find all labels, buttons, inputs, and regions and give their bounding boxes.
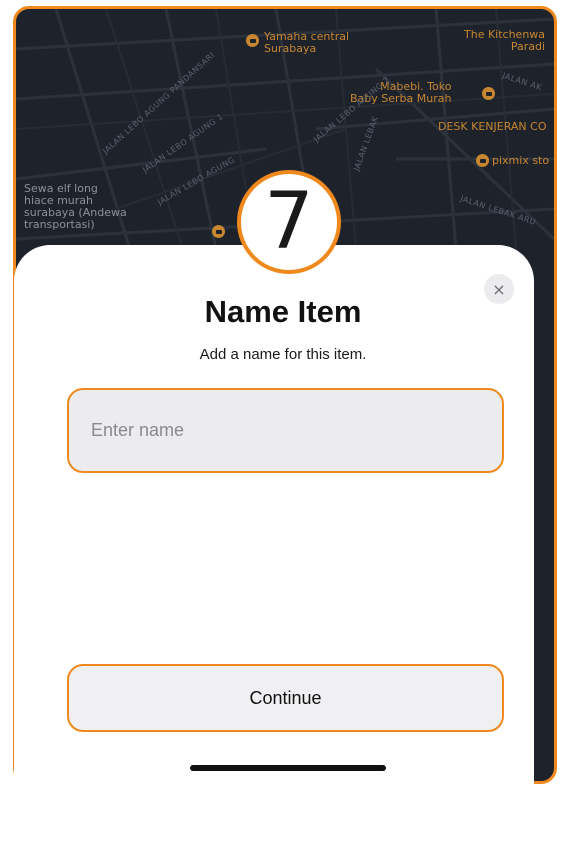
place-label-pixmix[interactable]: pixmix sto xyxy=(492,155,549,167)
map-pin-icon[interactable] xyxy=(482,87,495,100)
home-indicator[interactable] xyxy=(190,765,386,771)
sheet-subtitle: Add a name for this item. xyxy=(199,346,367,363)
place-label-desk[interactable]: DESK KENJERAN CO xyxy=(438,121,547,133)
place-label-kitchen[interactable]: The Kitchenwa Paradi xyxy=(464,29,545,53)
name-item-sheet xyxy=(14,245,534,845)
step-number-badge: 7 xyxy=(237,170,341,274)
name-input[interactable] xyxy=(67,388,504,473)
continue-button[interactable]: Continue xyxy=(67,664,504,732)
continue-button-label: Continue xyxy=(249,687,322,708)
place-label-yamaha[interactable]: Yamaha central Surabaya xyxy=(264,31,349,55)
sheet-title: Name Item xyxy=(204,294,362,329)
place-label-sewa[interactable]: Sewa elf long hiace murah surabaya (Ande… xyxy=(24,183,127,231)
map-pin-icon[interactable] xyxy=(476,154,489,167)
map-pin-icon[interactable] xyxy=(212,225,225,238)
map-pin-icon[interactable] xyxy=(246,34,259,47)
step-number: 7 xyxy=(264,177,314,267)
